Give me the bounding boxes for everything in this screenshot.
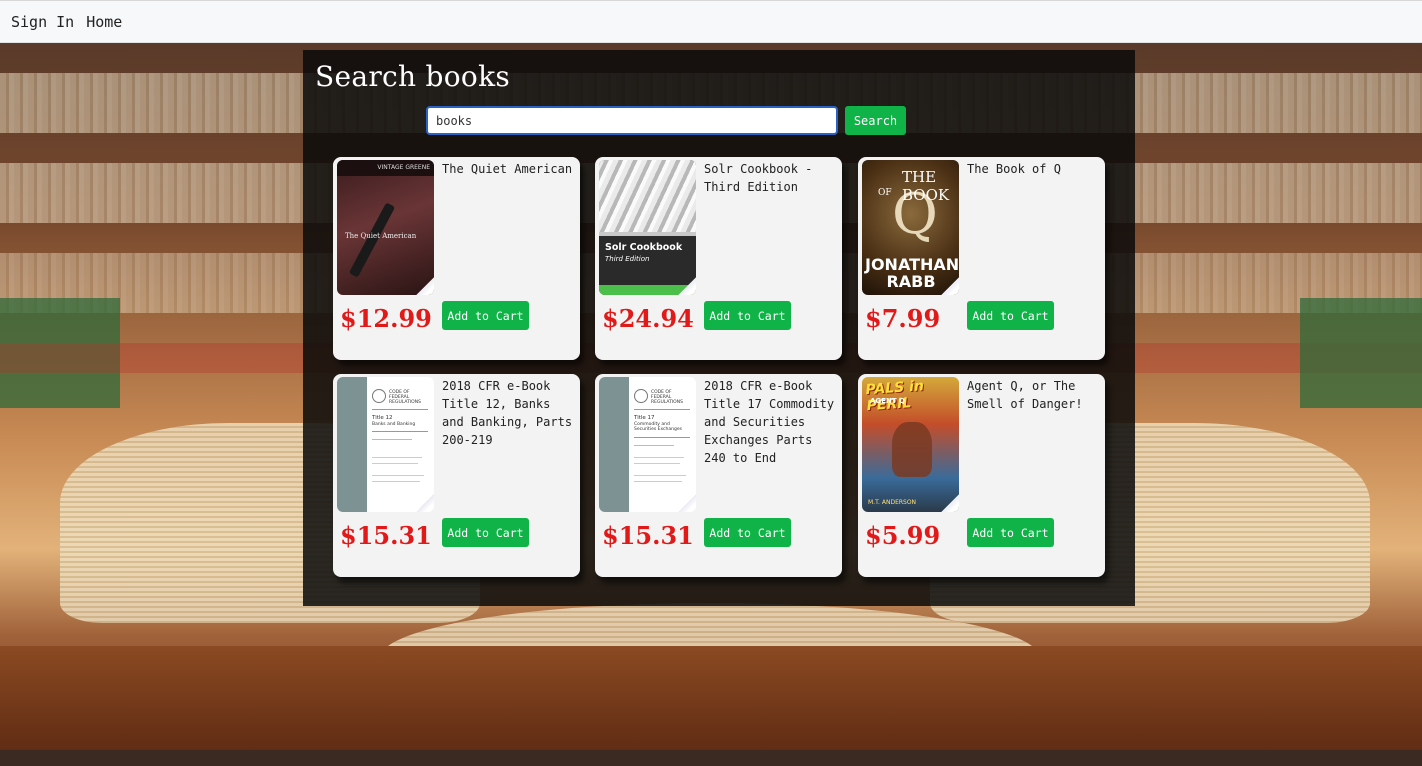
cover-title: THE BOOK xyxy=(902,168,950,204)
add-to-cart-button[interactable]: Add to Cart xyxy=(704,301,791,330)
the-quiet-american-cover[interactable]: VINTAGE GREENE The Quiet American xyxy=(337,160,434,295)
book-title[interactable]: 2018 CFR e-Book Title 17 Commodity and S… xyxy=(704,377,836,467)
home-link[interactable]: Home xyxy=(86,13,122,31)
add-to-cart-button[interactable]: Add to Cart xyxy=(442,301,529,330)
cover-header: CODE OF FEDERAL REGULATIONS xyxy=(389,390,421,405)
page-title: Search books xyxy=(315,60,511,93)
book-title[interactable]: 2018 CFR e-Book Title 12, Banks and Bank… xyxy=(442,377,574,449)
cover-subtitle: AGENT Q xyxy=(870,397,905,405)
book-price: $15.31 xyxy=(340,521,432,550)
book-price: $24.94 xyxy=(602,304,694,333)
book-card: PALS in PERIL AGENT Q M.T. ANDERSON Agen… xyxy=(858,374,1105,577)
add-to-cart-button[interactable]: Add to Cart xyxy=(442,518,529,547)
top-nav: Sign In Home xyxy=(0,0,1422,43)
book-card: VINTAGE GREENE The Quiet American The Qu… xyxy=(333,157,580,360)
cover-subtitle: Banks and Banking xyxy=(372,422,416,427)
cover-subtitle: Third Edition xyxy=(605,255,650,263)
add-to-cart-button[interactable]: Add to Cart xyxy=(967,518,1054,547)
cover-header: CODE OF FEDERAL REGULATIONS xyxy=(651,390,683,405)
book-price: $15.31 xyxy=(602,521,694,550)
cover-title: Title 17 xyxy=(634,415,655,421)
seal-icon xyxy=(634,389,648,403)
book-price: $12.99 xyxy=(340,304,432,333)
book-price: $5.99 xyxy=(865,521,941,550)
agent-q-cover[interactable]: PALS in PERIL AGENT Q M.T. ANDERSON xyxy=(862,377,959,512)
cfr-title-17-cover[interactable]: CODE OF FEDERAL REGULATIONS Title 17 Com… xyxy=(599,377,696,512)
search-button[interactable]: Search xyxy=(845,106,906,135)
book-card: CODE OF FEDERAL REGULATIONS Title 12 Ban… xyxy=(333,374,580,577)
search-panel: Search books Search VINTAGE GREENE The Q… xyxy=(303,50,1135,606)
cover-caption: The Quiet American xyxy=(345,232,417,240)
book-title[interactable]: The Quiet American xyxy=(442,160,574,178)
cover-title: Solr Cookbook xyxy=(605,242,683,253)
cover-series: PALS in PERIL xyxy=(864,378,925,415)
book-card: Q THE BOOK OF JONATHAN RABB The Book of … xyxy=(858,157,1105,360)
book-card: CODE OF FEDERAL REGULATIONS Title 17 Com… xyxy=(595,374,842,577)
book-title[interactable]: The Book of Q xyxy=(967,160,1099,178)
book-title[interactable]: Agent Q, or The Smell of Danger! xyxy=(967,377,1099,413)
book-price: $7.99 xyxy=(865,304,941,333)
book-title[interactable]: Solr Cookbook - Third Edition xyxy=(704,160,836,196)
seal-icon xyxy=(372,389,386,403)
cover-of: OF xyxy=(878,188,892,198)
solr-cookbook-cover[interactable]: Solr Cookbook Third Edition xyxy=(599,160,696,295)
cover-author: M.T. ANDERSON xyxy=(868,499,917,506)
cover-subtitle: Commodity and Securities Exchanges xyxy=(634,422,682,432)
book-card: Solr Cookbook Third Edition Solr Cookboo… xyxy=(595,157,842,360)
cfr-title-12-cover[interactable]: CODE OF FEDERAL REGULATIONS Title 12 Ban… xyxy=(337,377,434,512)
search-input[interactable] xyxy=(426,106,838,135)
add-to-cart-button[interactable]: Add to Cart xyxy=(704,518,791,547)
cover-publisher: VINTAGE GREENE xyxy=(377,164,430,171)
the-book-of-q-cover[interactable]: Q THE BOOK OF JONATHAN RABB xyxy=(862,160,959,295)
cover-title: Title 12 xyxy=(372,415,393,421)
sign-in-link[interactable]: Sign In xyxy=(11,13,74,31)
add-to-cart-button[interactable]: Add to Cart xyxy=(967,301,1054,330)
